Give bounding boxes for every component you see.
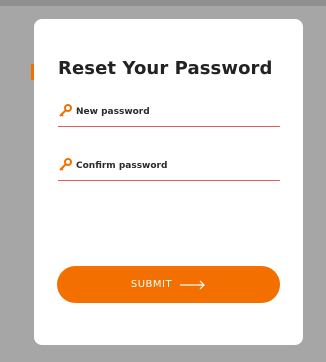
confirm-password-field[interactable]: Confirm password [58, 156, 280, 181]
submit-button[interactable]: SUBMIT [57, 266, 280, 303]
new-password-field[interactable]: New password [58, 102, 280, 127]
reset-password-card: Reset Your Password New password Confirm… [31, 19, 303, 345]
top-strip [0, 0, 326, 6]
arrow-right-icon [180, 280, 205, 289]
page-title: Reset Your Password [58, 58, 273, 79]
submit-label: SUBMIT [130, 279, 173, 290]
accent-bar [31, 64, 34, 80]
